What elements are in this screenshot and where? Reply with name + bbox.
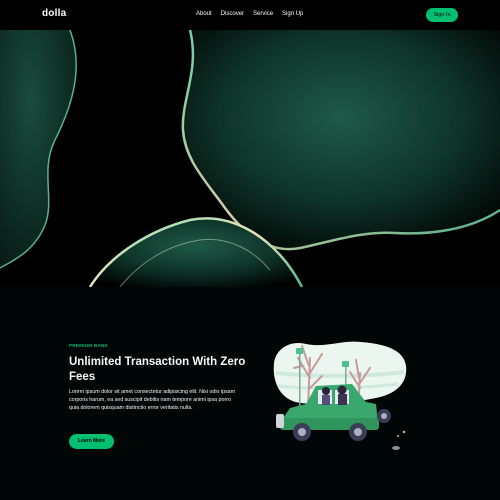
sign-in-button[interactable]: Sign In [426, 8, 458, 22]
nav-link-signup[interactable]: Sign Up [282, 11, 303, 17]
nav-link-service[interactable]: Service [253, 11, 273, 17]
learn-more-button[interactable]: Learn More [69, 434, 114, 449]
nav-menu: About Discover Service Sign Up [196, 11, 312, 17]
nav-link-about[interactable]: About [196, 11, 212, 17]
section-description: Lorem ipsum dolor sit amet consectetur a… [69, 389, 236, 411]
hero-background [0, 30, 500, 287]
navbar: dolla About Discover Service Sign Up Sig… [0, 0, 500, 30]
topline-label: PREMIUM BANK [69, 343, 109, 348]
car-illustration-art [273, 341, 407, 450]
hero-wave-art [0, 30, 500, 287]
logo[interactable]: dolla [42, 8, 66, 19]
car-illustration [266, 328, 411, 463]
nav-link-discover[interactable]: Discover [221, 11, 244, 17]
section-heading: Unlimited Transaction With Zero Fees [69, 356, 246, 383]
